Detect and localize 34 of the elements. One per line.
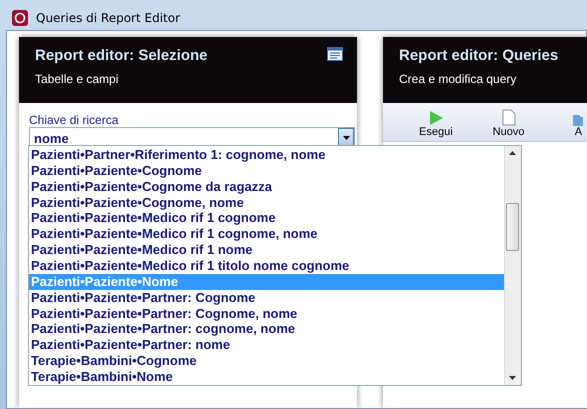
field-label: Chiave di ricerca [29, 113, 120, 127]
list-item[interactable]: Pazienti•Paziente•Medico rif 1 nome [29, 242, 504, 258]
search-field[interactable]: nome [30, 130, 338, 146]
toolbar-button[interactable]: A [558, 103, 587, 141]
panel-subtitle: Tabelle e campi [35, 72, 120, 86]
scroll-thumb[interactable] [506, 203, 519, 251]
list-item[interactable]: Pazienti•Paziente•Medico rif 1 titolo nome cognome [29, 258, 504, 274]
list-item[interactable]: Pazienti•Paziente•Partner: Cognome [29, 290, 504, 306]
list-item[interactable]: Pazienti•Paziente•Cognome [29, 162, 504, 179]
window-icon[interactable] [327, 47, 343, 61]
toolbar-button[interactable]: Nuovo [486, 103, 530, 141]
window-title: Queries di Report Editor [36, 11, 180, 25]
caret-icon [342, 136, 350, 140]
toolbar-button[interactable]: Esegui [413, 103, 459, 141]
list-item[interactable]: Terapie•Bambini•Cognome [29, 353, 504, 370]
panel-title: Report editor: Selezione [35, 47, 208, 64]
scroll-down-icon[interactable] [509, 376, 516, 380]
panel-title: Report editor: Queries [399, 47, 558, 64]
list-item[interactable]: Pazienti•Paziente•Partner: nome [29, 337, 504, 354]
document-icon [502, 109, 516, 126]
play-icon [428, 110, 444, 126]
scroll-up-icon[interactable] [509, 151, 516, 155]
list-item[interactable]: Pazienti•Partner•Riferimento 1: cognome, nome [29, 147, 504, 163]
list-item[interactable]: Pazienti•Paziente•Partner: cognome, nome [29, 321, 504, 338]
list-item[interactable]: Terapie•Bambini•Nome [29, 369, 504, 385]
list-item[interactable]: Pazienti•Paziente•Cognome da ragazza [29, 178, 504, 195]
list-item[interactable]: Pazienti•Paziente•Medico rif 1 cognome [29, 210, 504, 226]
list-item[interactable]: Pazienti•Paziente•Cognome, nome [29, 194, 504, 210]
scrollbar[interactable] [504, 146, 521, 385]
list-item[interactable]: Pazienti•Paziente•Medico rif 1 cognome, nome [29, 226, 504, 242]
folder-icon [573, 112, 584, 126]
app-icon [12, 10, 28, 26]
list-item[interactable]: Pazienti•Paziente•Partner: Cognome, nome [29, 306, 504, 322]
panel-subtitle: Crea e modifica query [399, 72, 518, 86]
